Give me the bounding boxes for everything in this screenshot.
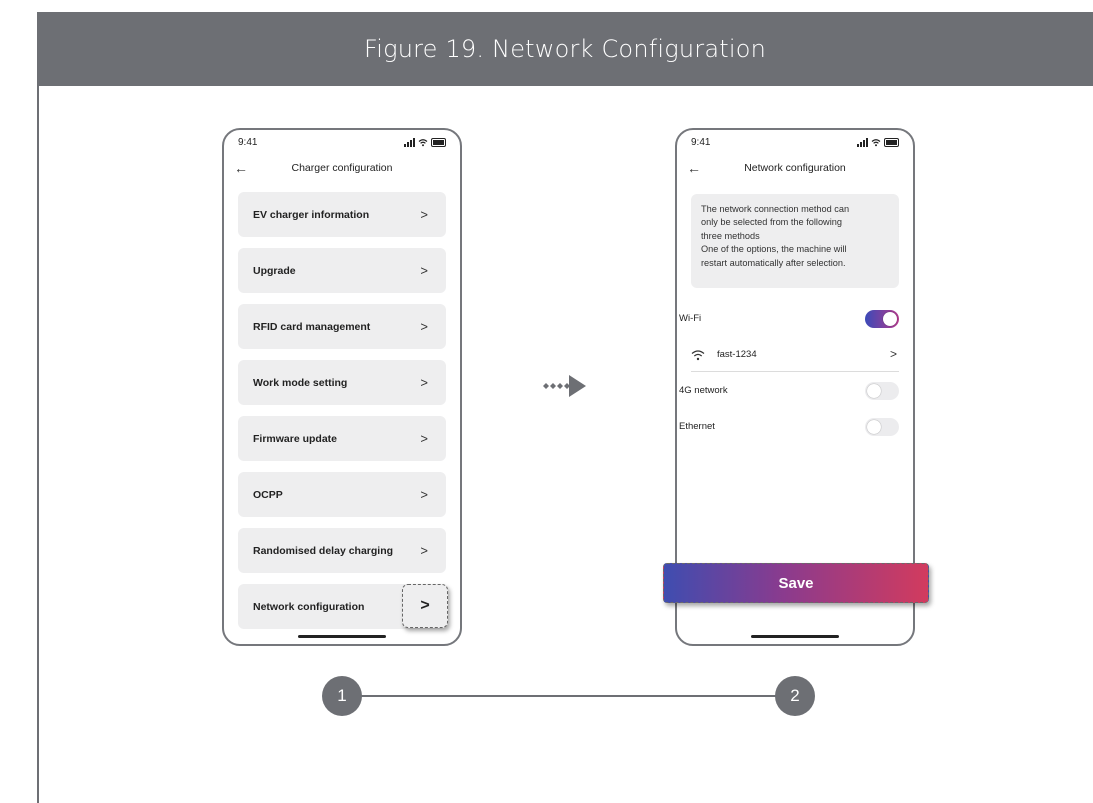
toggle-knob [867,384,881,398]
menu-item-label: Randomised delay charging [253,544,394,557]
figure-title: Figure 19. Network Configuration [363,35,767,63]
network-4g-row: 4G network [677,380,913,402]
menu-item-label: Work mode setting [253,376,348,389]
ethernet-label: Ethernet [679,421,715,432]
flow-arrow-icon [543,375,586,397]
nav-bar: ← Network configuration [677,158,913,180]
info-notice: The network connection method can only b… [691,194,899,288]
chevron-right-icon: > [420,543,428,558]
menu-item-label: Upgrade [253,264,296,277]
page-title: Network configuration [744,162,846,174]
cellular-signal-icon [857,138,868,147]
wifi-icon [691,350,705,361]
wifi-network-row[interactable]: fast-1234 > [677,344,913,366]
figure-left-border [37,86,39,803]
info-line: The network connection method can [701,204,850,214]
menu-item-label: RFID card management [253,320,371,333]
chevron-right-icon: > [420,375,428,390]
ethernet-toggle[interactable] [865,418,899,436]
info-line: restart automatically after selection. [701,257,846,268]
menu-item-firmware-update[interactable]: Firmware update > [238,416,446,461]
wifi-toggle[interactable] [865,310,899,328]
chevron-right-icon: > [420,597,430,614]
chevron-right-icon: > [420,263,428,278]
menu-item-label: OCPP [253,488,283,501]
phone-charger-configuration: 9:41 ← Charger configuration EV charger … [222,128,462,646]
network-4g-toggle[interactable] [865,382,899,400]
menu-item-work-mode-setting[interactable]: Work mode setting > [238,360,446,405]
menu-item-label: EV charger information [253,208,370,221]
network-4g-label: 4G network [679,385,728,396]
status-time: 9:41 [691,137,711,148]
ethernet-row: Ethernet [677,416,913,438]
step-connector-line [360,695,780,697]
toggle-knob [883,312,897,326]
info-line: One of the options, the machine will [701,244,847,255]
wifi-status-icon [418,139,428,147]
home-indicator [751,635,839,638]
menu-item-upgrade[interactable]: Upgrade > [238,248,446,293]
toggle-knob [867,420,881,434]
chevron-right-icon: > [420,431,428,446]
divider [691,371,899,372]
step-badge-2: 2 [775,676,815,716]
chevron-right-icon: > [889,347,897,361]
battery-icon [431,138,446,147]
menu-item-label: Network configuration [253,600,365,613]
wifi-network-name: fast-1234 [717,349,757,360]
page-title: Charger configuration [291,162,393,174]
menu-item-ev-charger-information[interactable]: EV charger information > [238,192,446,237]
status-bar: 9:41 [238,137,446,151]
status-bar: 9:41 [691,137,899,151]
wifi-label: Wi-Fi [679,313,702,324]
chevron-right-icon: > [420,487,428,502]
info-line: three methods [701,230,760,241]
status-time: 9:41 [238,137,258,148]
chevron-right-icon: > [420,319,428,334]
menu-item-ocpp[interactable]: OCPP > [238,472,446,517]
network-configuration-chevron-highlight[interactable]: > [402,584,448,628]
step-badge-1: 1 [322,676,362,716]
nav-bar: ← Charger configuration [224,158,460,180]
battery-icon [884,138,899,147]
menu-item-label: Firmware update [253,432,338,445]
wifi-status-icon [871,139,881,147]
save-button[interactable]: Save [663,563,929,603]
menu-item-randomised-delay-charging[interactable]: Randomised delay charging > [238,528,446,573]
info-line: only be selected from the following [701,217,842,228]
wifi-row: Wi-Fi [677,308,913,330]
cellular-signal-icon [404,138,415,147]
chevron-right-icon: > [420,207,428,222]
home-indicator [298,635,386,638]
menu-item-rfid-card-management[interactable]: RFID card management > [238,304,446,349]
